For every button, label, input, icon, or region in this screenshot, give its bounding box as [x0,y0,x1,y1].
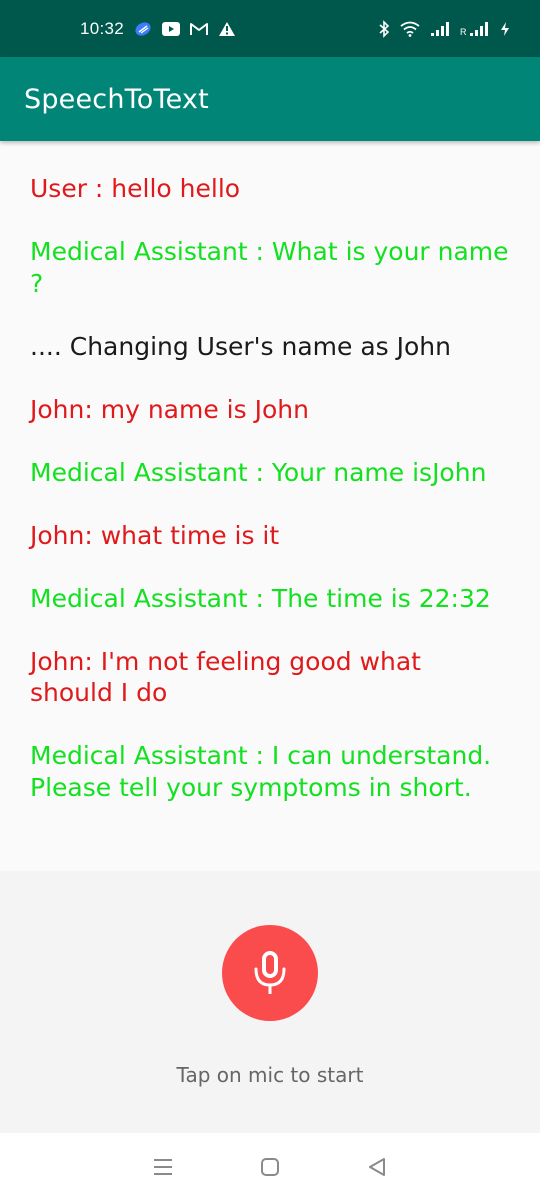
chat-log: User : hello hello Medical Assistant : W… [0,141,540,871]
chat-message-user: John: what time is it [30,520,280,550]
mic-panel: Tap on mic to start [0,871,540,1133]
pinwheel-icon [134,21,152,37]
gmail-icon [190,22,209,36]
app-title: SpeechToText [24,83,209,115]
youtube-icon [162,21,181,36]
chat-message-assistant: Medical Assistant : I can understand. Pl… [30,741,492,802]
status-time: 10:32 [80,18,125,38]
chat-message-user: John: I'm not feeling good what should I… [30,646,421,708]
chat-message-assistant: Medical Assistant : What is your name ? [30,237,509,298]
chat-message-user: John: my name is John [30,394,309,424]
wifi-icon [400,21,420,37]
chat-message-user: User : hello hello [30,174,241,203]
chat-message-assistant: Medical Assistant : Your name isJohn [30,457,487,487]
roaming-signal-icon: R [460,21,490,37]
signal-icon [430,21,450,37]
status-left: 10:32 [80,19,236,39]
bluetooth-icon [378,19,390,38]
alert-icon [218,21,236,37]
status-bar: 10:32 R [0,0,540,57]
microphone-icon [253,949,287,997]
mic-hint: Tap on mic to start [176,1063,364,1087]
roaming-label: R [460,27,467,37]
chat-message-assistant: Medical Assistant : The time is 22:32 [30,583,491,613]
home-icon[interactable] [250,1147,290,1187]
chat-message-system: .... Changing User's name as John [30,331,451,361]
charging-icon [500,21,510,37]
back-icon[interactable] [357,1147,397,1187]
status-right: R [378,19,510,38]
navigation-bar [0,1133,540,1200]
recents-icon[interactable] [143,1147,183,1187]
app-bar: SpeechToText [0,57,540,141]
mic-button[interactable] [222,925,318,1021]
